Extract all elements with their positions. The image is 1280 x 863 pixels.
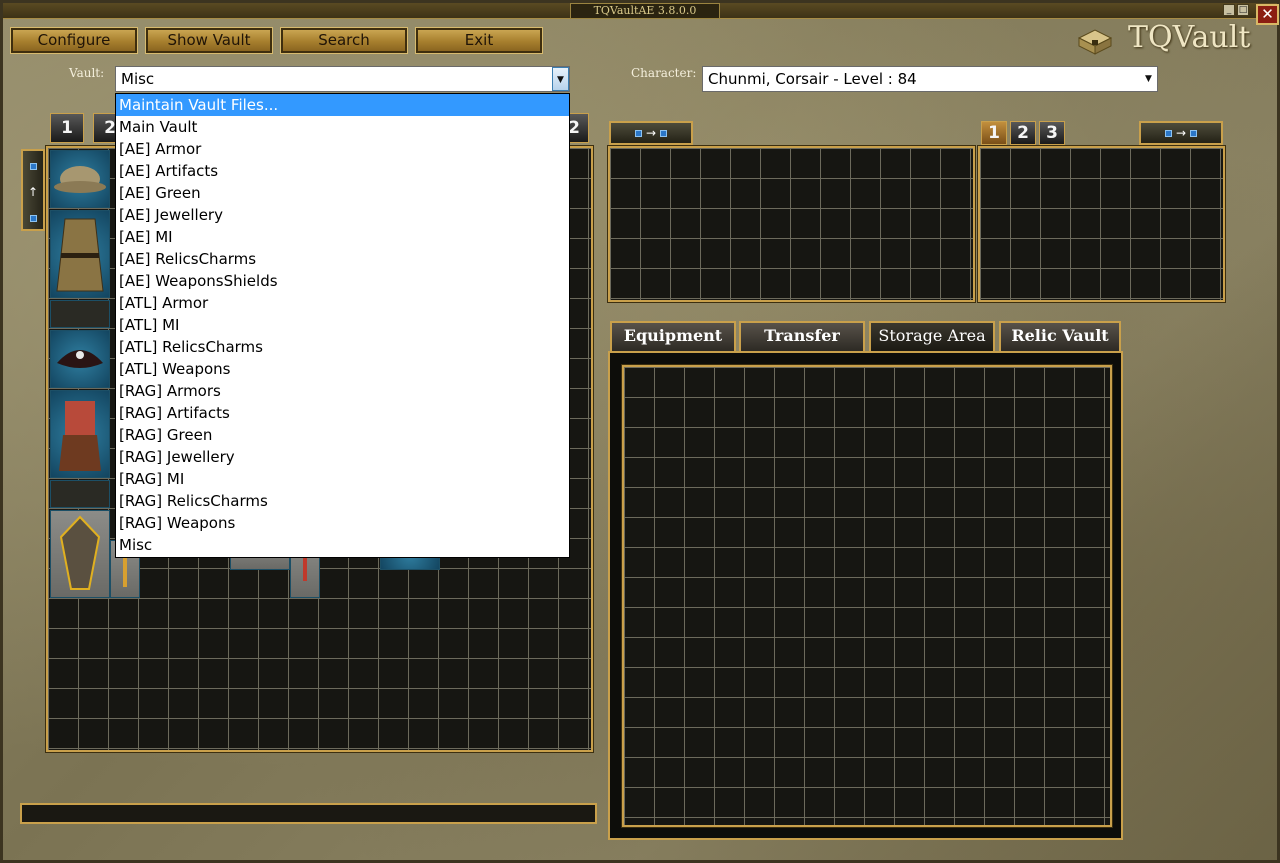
outfit-icon — [59, 401, 101, 471]
dropdown-item[interactable]: [ATL] Armor — [116, 292, 569, 314]
maximize-icon[interactable]: □ — [1237, 4, 1249, 16]
brand-name: TQVault — [1128, 20, 1251, 55]
title-bar: TQVaultAE 3.8.0.0 _ □ — [3, 3, 1277, 19]
dropdown-item[interactable]: [RAG] Artifacts — [116, 402, 569, 424]
chevron-down-icon[interactable]: ▼ — [552, 67, 569, 91]
chevron-down-icon[interactable]: ▼ — [1140, 67, 1157, 91]
vault-sort-button[interactable]: ↑ — [21, 149, 45, 231]
outfit-item[interactable] — [50, 390, 110, 478]
tab-transfer-area[interactable]: Transfer Area — [739, 321, 865, 371]
character-select-value: Chunmi, Corsair - Level : 84 — [708, 70, 917, 88]
vault-dropdown-list[interactable]: Maintain Vault Files... Main Vault [AE] … — [115, 93, 570, 558]
tab-relic-vault[interactable]: Relic Vault — [999, 321, 1121, 351]
search-button[interactable]: Search — [280, 27, 408, 54]
vault-select-value: Misc — [121, 70, 155, 88]
dropdown-item[interactable]: [AE] Green — [116, 182, 569, 204]
configure-button[interactable]: Configure — [10, 27, 138, 54]
char-bag-2-button[interactable]: 2 — [1010, 121, 1036, 145]
empty-slot — [50, 480, 110, 508]
player-inventory-grid[interactable] — [607, 145, 976, 303]
brand-logo: TQVault — [1075, 20, 1265, 60]
coat-icon — [56, 218, 104, 292]
dropdown-item[interactable]: [ATL] Weapons — [116, 358, 569, 380]
minimize-icon[interactable]: _ — [1223, 4, 1235, 16]
char-bag-1-button[interactable]: 1 — [981, 121, 1007, 145]
dropdown-item[interactable]: [AE] Artifacts — [116, 160, 569, 182]
window-title: TQVaultAE 3.8.0.0 — [570, 3, 720, 19]
show-vault-button[interactable]: Show Vault — [145, 27, 273, 54]
dropdown-item[interactable]: [AE] RelicsCharms — [116, 248, 569, 270]
empty-slot — [50, 300, 110, 328]
status-bar — [20, 803, 597, 824]
vault-page-1-button[interactable]: 1 — [50, 113, 84, 143]
character-select[interactable]: Chunmi, Corsair - Level : 84 ▼ — [702, 66, 1158, 92]
dropdown-item[interactable]: [AE] Armor — [116, 138, 569, 160]
storage-panel — [608, 351, 1123, 840]
vault-select[interactable]: Misc ▼ — [115, 66, 570, 92]
exit-button[interactable]: Exit — [415, 27, 543, 54]
dropdown-item[interactable]: [AE] MI — [116, 226, 569, 248]
tab-storage-area[interactable]: Storage Area — [869, 321, 995, 351]
chest-icon — [1077, 29, 1113, 55]
dropdown-item[interactable]: Maintain Vault Files... — [116, 94, 569, 116]
dropdown-item[interactable]: [AE] WeaponsShields — [116, 270, 569, 292]
dropdown-item[interactable]: [ATL] MI — [116, 314, 569, 336]
helmet-item[interactable] — [50, 150, 110, 208]
character-bag-grid[interactable] — [977, 145, 1226, 303]
dropdown-item[interactable]: [RAG] MI — [116, 468, 569, 490]
coat-item[interactable] — [50, 210, 110, 298]
dropdown-item[interactable]: [AE] Jewellery — [116, 204, 569, 226]
dropdown-item[interactable]: Main Vault — [116, 116, 569, 138]
vault-label: Vault: — [69, 66, 105, 80]
dropdown-item[interactable]: Misc — [116, 534, 569, 556]
dropdown-item[interactable]: [RAG] Green — [116, 424, 569, 446]
app-window: TQVaultAE 3.8.0.0 _ □ ✕ Configure Show V… — [0, 0, 1280, 863]
shield-item[interactable] — [50, 510, 110, 598]
dropdown-item[interactable]: [RAG] Armors — [116, 380, 569, 402]
sort-char-bag-button[interactable]: → — [1139, 121, 1223, 145]
pirate-hat-item[interactable] — [50, 330, 110, 388]
dropdown-item[interactable]: [RAG] RelicsCharms — [116, 490, 569, 512]
storage-grid[interactable] — [621, 364, 1113, 828]
dropdown-item[interactable]: [RAG] Jewellery — [116, 446, 569, 468]
character-label: Character: — [631, 66, 697, 80]
pirate-hat-icon — [57, 350, 103, 368]
dropdown-item[interactable]: [ATL] RelicsCharms — [116, 336, 569, 358]
sort-player-bag-button[interactable]: → — [609, 121, 693, 145]
tab-equipment[interactable]: Equipment — [610, 321, 736, 351]
shield-icon — [59, 515, 101, 590]
dropdown-item[interactable]: [RAG] Weapons — [116, 512, 569, 534]
char-bag-3-button[interactable]: 3 — [1039, 121, 1065, 145]
helmet-icon — [54, 166, 106, 193]
